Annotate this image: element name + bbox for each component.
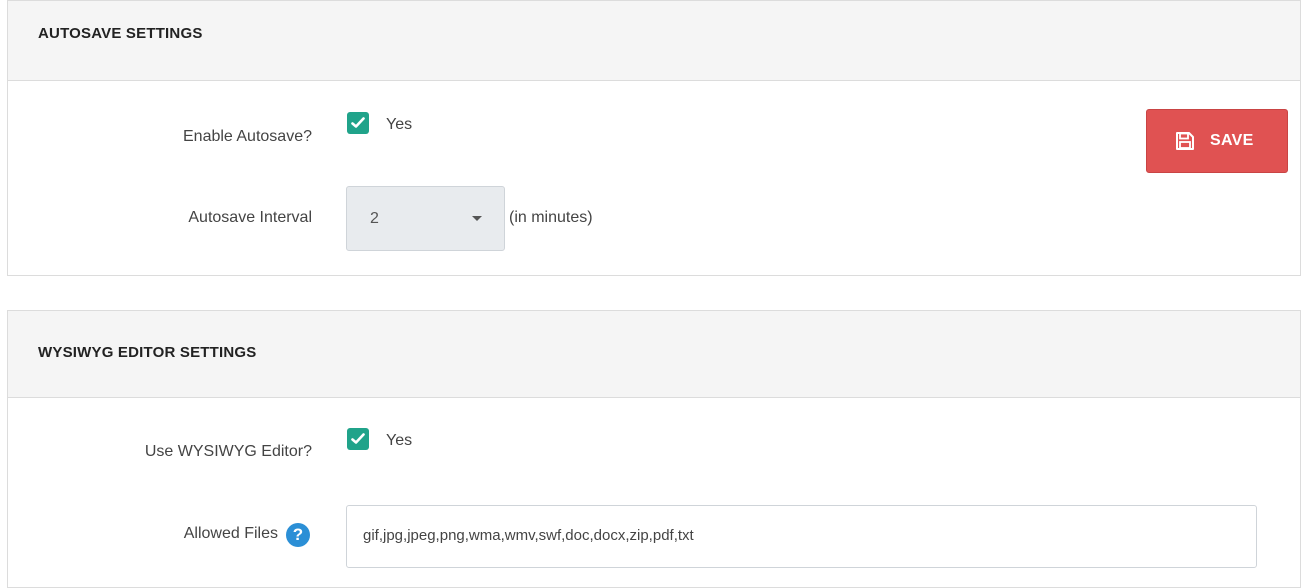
use-wysiwyg-yes-label: Yes	[386, 432, 413, 449]
allowed-files-input[interactable]: gif,jpg,jpeg,png,wma,wmv,swf,doc,docx,zi…	[346, 505, 1257, 568]
autosave-interval-hint: (in minutes)	[509, 209, 593, 226]
autosave-panel-header: AUTOSAVE SETTINGS	[8, 1, 1300, 81]
question-circle-icon[interactable]: ?	[286, 523, 310, 547]
autosave-interval-select[interactable]: 2	[346, 186, 505, 251]
enable-autosave-checkbox[interactable]	[347, 112, 369, 134]
use-wysiwyg-checkbox[interactable]	[347, 428, 369, 450]
enable-autosave-yes-label: Yes	[386, 116, 413, 133]
allowed-files-label: Allowed Files	[183, 525, 278, 542]
save-button[interactable]: SAVE	[1146, 109, 1288, 173]
wysiwyg-panel-title: WYSIWYG EDITOR SETTINGS	[38, 344, 257, 361]
autosave-interval-label: Autosave Interval	[188, 209, 312, 226]
floppy-disk-icon	[1176, 132, 1194, 150]
autosave-panel-title: AUTOSAVE SETTINGS	[38, 25, 203, 42]
autosave-interval-value: 2	[370, 210, 379, 227]
use-wysiwyg-label: Use WYSIWYG Editor?	[144, 443, 312, 460]
save-button-label: SAVE	[1210, 132, 1254, 149]
allowed-files-value: gif,jpg,jpeg,png,wma,wmv,swf,doc,docx,zi…	[363, 527, 694, 544]
enable-autosave-label: Enable Autosave?	[183, 128, 312, 145]
checkmark-icon	[351, 433, 365, 444]
chevron-down-icon	[472, 216, 482, 221]
checkmark-icon	[351, 117, 365, 128]
wysiwyg-panel-header: WYSIWYG EDITOR SETTINGS	[8, 311, 1300, 398]
